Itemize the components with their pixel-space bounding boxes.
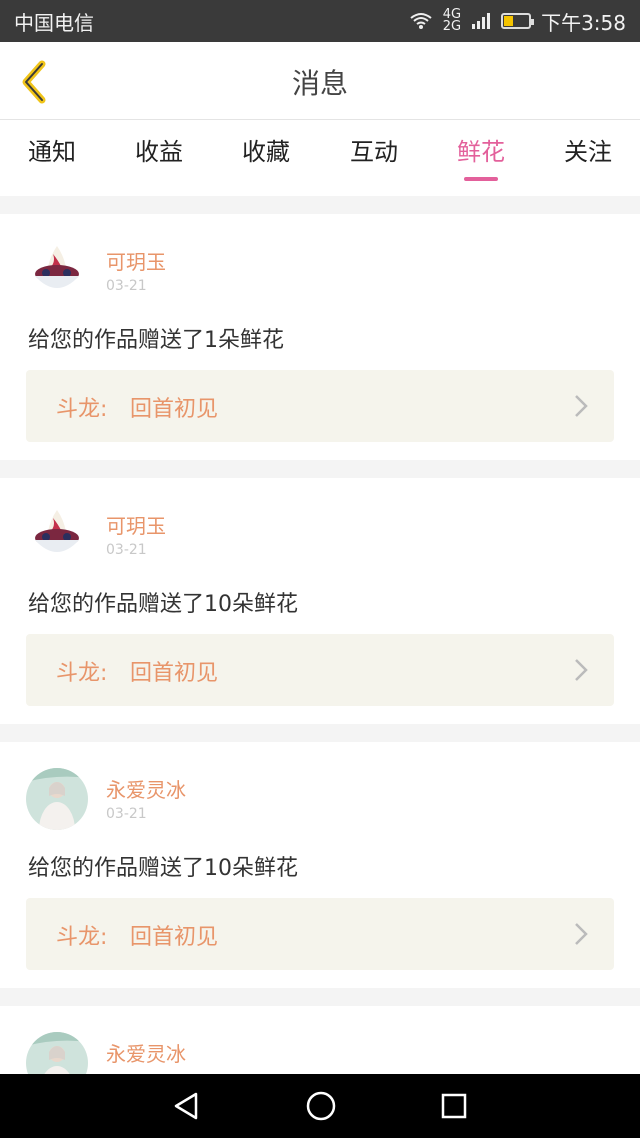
tab-favorites[interactable]: 收藏 [221,132,311,167]
work-title: 回首初见 [130,661,219,686]
status-icons: 4G 2G 下午3:58 [409,7,626,36]
message-text: 给您的作品赠送了1朵鲜花 [28,328,284,353]
work-title: 回首初见 [130,925,219,950]
message-text: 给您的作品赠送了10朵鲜花 [28,592,298,617]
message-card[interactable]: 可玥玉 03-21 给您的作品赠送了10朵鲜花 斗龙: 回首初见 [0,478,640,724]
sender-name[interactable]: 可玥玉 [106,246,166,275]
message-date: 03-21 [106,806,147,822]
work-category: 斗龙: [56,397,108,422]
chevron-right-icon [575,395,588,417]
message-card[interactable]: 永爱灵冰 03-21 给您的作品赠送了10朵鲜花 斗龙: 回首初见 [0,742,640,988]
sender-name[interactable]: 可玥玉 [106,510,166,539]
battery-icon [501,13,535,29]
avatar[interactable] [26,504,88,566]
chevron-right-icon [575,923,588,945]
sender-name[interactable]: 永爱灵冰 [106,1038,186,1067]
tab-bar: 通知 收益 收藏 互动 鲜花 关注 [0,120,640,196]
avatar[interactable] [26,768,88,830]
wifi-icon [410,13,432,29]
app-header: 消息 [0,42,640,120]
work-link[interactable]: 斗龙: 回首初见 [26,898,614,970]
recents-square-icon[interactable] [440,1092,468,1120]
girl-avatar-icon [26,1032,88,1074]
girl-avatar-icon [26,768,88,830]
chevron-right-icon [575,659,588,681]
ice-cream-avatar-icon [26,504,88,566]
carrier-label: 中国电信 [14,10,94,35]
page-title: 消息 [291,67,348,100]
ice-cream-avatar-icon [26,240,88,302]
message-text: 给您的作品赠送了10朵鲜花 [28,856,298,881]
tab-follow[interactable]: 关注 [543,132,633,167]
work-link[interactable]: 斗龙: 回首初见 [26,370,614,442]
tab-notice[interactable]: 通知 [7,132,97,167]
message-date: 03-21 [106,542,147,558]
work-title: 回首初见 [130,397,219,422]
tab-flowers[interactable]: 鲜花 [436,132,526,181]
message-card[interactable]: 永爱灵冰 [0,1006,640,1074]
status-bar: 中国电信 4G 2G 下午3:58 [0,0,640,42]
tab-earnings[interactable]: 收益 [114,132,204,167]
home-circle-icon[interactable] [305,1090,337,1122]
back-triangle-icon[interactable] [172,1091,202,1121]
signal-icon [472,13,491,29]
system-nav-bar [0,1074,640,1138]
work-category: 斗龙: [56,661,108,686]
avatar[interactable] [26,240,88,302]
tab-interaction[interactable]: 互动 [329,132,419,167]
active-tab-indicator [464,177,498,181]
avatar[interactable] [26,1032,88,1074]
sender-name[interactable]: 永爱灵冰 [106,774,186,803]
message-card[interactable]: 可玥玉 03-21 给您的作品赠送了1朵鲜花 斗龙: 回首初见 [0,214,640,460]
clock: 下午3:58 [541,10,626,35]
network-indicator: 4G 2G [442,7,462,34]
work-category: 斗龙: [56,925,108,950]
work-link[interactable]: 斗龙: 回首初见 [26,634,614,706]
message-date: 03-21 [106,278,147,294]
